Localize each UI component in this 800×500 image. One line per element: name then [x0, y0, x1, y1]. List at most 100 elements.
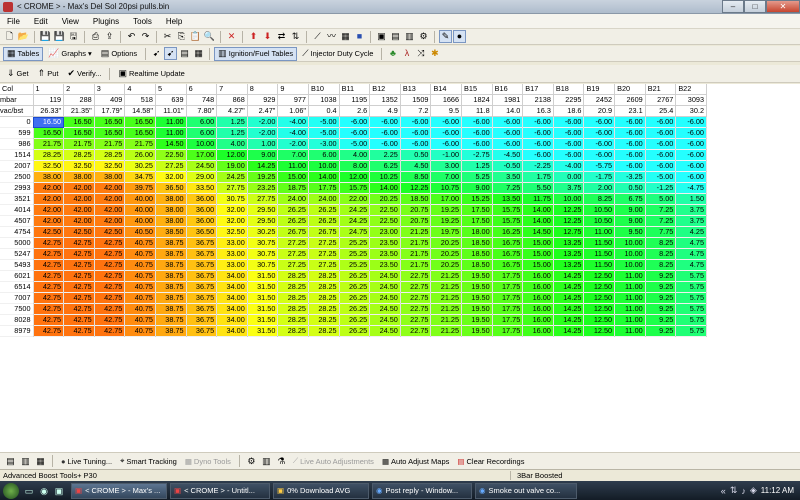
table-cell[interactable]: 40.00: [124, 215, 156, 227]
table-cell[interactable]: 9.25: [645, 325, 677, 337]
table-cell[interactable]: -6.00: [645, 160, 677, 172]
table-cell[interactable]: -6.00: [522, 138, 554, 150]
table-cell[interactable]: 18.50: [461, 237, 493, 249]
table-cell[interactable]: 42.00: [94, 215, 126, 227]
table-cell[interactable]: 42.75: [63, 281, 95, 293]
table-cell[interactable]: 27.25: [308, 259, 340, 271]
table-cell[interactable]: 21.25: [430, 325, 463, 337]
table-cell[interactable]: 42.75: [33, 237, 65, 249]
table-cell[interactable]: 28.25: [308, 325, 340, 337]
table-cell[interactable]: 14.50: [155, 138, 187, 150]
table-cell[interactable]: 31.50: [247, 303, 279, 315]
table-cell[interactable]: -1.00: [430, 149, 463, 161]
browser-icon[interactable]: ◉: [38, 485, 50, 497]
table-cell[interactable]: 15.00: [277, 171, 309, 183]
smart-tracking-button[interactable]: ⌖ Smart Tracking: [117, 454, 180, 468]
table-cell[interactable]: -6.00: [339, 116, 371, 128]
table-cell[interactable]: 22.50: [369, 215, 401, 227]
table-cell[interactable]: 13.25: [553, 237, 585, 249]
live-auto-adjustments-button[interactable]: ⟋ Live Auto Adjustments: [290, 454, 377, 468]
table-cell[interactable]: 4.75: [675, 259, 707, 271]
table-cell[interactable]: 38.75: [155, 314, 187, 326]
table-cell[interactable]: 22.75: [400, 281, 432, 293]
table-cell[interactable]: 36.75: [186, 292, 218, 304]
table-cell[interactable]: 36.75: [186, 248, 218, 260]
table-cell[interactable]: 15.00: [522, 259, 554, 271]
settings-icon[interactable]: ⚙: [417, 30, 430, 43]
table-cell[interactable]: 13.25: [553, 248, 585, 260]
table-cell[interactable]: -6.00: [430, 116, 463, 128]
table-cell[interactable]: 38.75: [155, 259, 187, 271]
table-cell[interactable]: 19.75: [430, 226, 463, 238]
table-cell[interactable]: -6.00: [675, 116, 707, 128]
table-cell[interactable]: 42.75: [63, 237, 95, 249]
table-cell[interactable]: 14.50: [522, 226, 554, 238]
table-cell[interactable]: 15.75: [492, 215, 524, 227]
table-cell[interactable]: 9.25: [645, 292, 677, 304]
table-cell[interactable]: 28.25: [308, 270, 340, 282]
table-cell[interactable]: 27.75: [216, 182, 248, 194]
multi-select-icon[interactable]: ▤: [178, 47, 191, 60]
menu-help[interactable]: Help: [159, 17, 189, 26]
table-cell[interactable]: 19.25: [430, 215, 463, 227]
table-cell[interactable]: 42.50: [94, 226, 126, 238]
table-cell[interactable]: 42.50: [63, 226, 95, 238]
table-cell[interactable]: 18.50: [400, 193, 432, 205]
table-cell[interactable]: 11.50: [583, 248, 616, 260]
table-cell[interactable]: 11.00: [155, 116, 187, 128]
table-cell[interactable]: 17.50: [461, 215, 493, 227]
table-cell[interactable]: 19.50: [461, 281, 493, 293]
table-cell[interactable]: 5.75: [675, 303, 707, 315]
table-cell[interactable]: 17.00: [430, 193, 463, 205]
table-cell[interactable]: 32.50: [94, 160, 126, 172]
table-cell[interactable]: 11.50: [583, 237, 616, 249]
table-cell[interactable]: 33.00: [216, 259, 248, 271]
table-cell[interactable]: 4.00: [339, 149, 371, 161]
table-cell[interactable]: 40.00: [124, 204, 156, 216]
table-cell[interactable]: 16.50: [94, 127, 126, 139]
table-cell[interactable]: -6.00: [614, 127, 646, 139]
table-cell[interactable]: -6.00: [614, 149, 646, 161]
table-cell[interactable]: 42.00: [94, 204, 126, 216]
table-cell[interactable]: 25.25: [339, 259, 371, 271]
smooth-icon[interactable]: 〰: [325, 30, 338, 43]
table-cell[interactable]: 16.00: [522, 270, 554, 282]
table-cell[interactable]: 16.00: [522, 281, 554, 293]
undo-icon[interactable]: ↶: [125, 30, 138, 43]
clear-recordings-button[interactable]: ▤ Clear Recordings: [454, 454, 527, 468]
table-cell[interactable]: 21.75: [33, 138, 65, 150]
table-cell[interactable]: 6.00: [186, 116, 218, 128]
graphs-button[interactable]: 📈 Graphs ▾: [44, 47, 96, 61]
table-cell[interactable]: 26.25: [339, 325, 371, 337]
menu-edit[interactable]: Edit: [27, 17, 55, 26]
gear-icon[interactable]: ⚙: [245, 455, 258, 468]
table-cell[interactable]: 30.25: [124, 160, 156, 172]
table-cell[interactable]: -6.00: [522, 149, 554, 161]
table-cell[interactable]: 5.75: [675, 292, 707, 304]
table-cell[interactable]: 21.25: [400, 226, 432, 238]
table-cell[interactable]: -3.00: [308, 138, 340, 150]
table-cell[interactable]: 22.50: [369, 204, 401, 216]
start-button[interactable]: [3, 482, 19, 499]
table-cell[interactable]: 24.00: [308, 193, 340, 205]
table-cell[interactable]: 8.50: [400, 171, 432, 183]
table-cell[interactable]: 7.00: [277, 149, 309, 161]
table-cell[interactable]: 11.00: [614, 270, 646, 282]
table-cell[interactable]: 8.25: [645, 248, 677, 260]
table-cell[interactable]: 38.00: [33, 171, 65, 183]
table-cell[interactable]: 22.75: [400, 303, 432, 315]
table-cell[interactable]: 31.50: [247, 292, 279, 304]
table-cell[interactable]: 42.75: [33, 281, 65, 293]
table-cell[interactable]: 42.00: [33, 204, 65, 216]
table-cell[interactable]: 23.50: [369, 237, 401, 249]
table-cell[interactable]: -6.00: [339, 127, 371, 139]
grid-view-icon[interactable]: ▦: [192, 47, 205, 60]
table-cell[interactable]: 42.75: [33, 259, 65, 271]
table-cell[interactable]: 24.25: [216, 171, 248, 183]
table-cell[interactable]: 24.50: [369, 303, 401, 315]
calculator-icon[interactable]: ▥: [403, 30, 416, 43]
table-cell[interactable]: -5.00: [308, 116, 340, 128]
table-cell[interactable]: 20.25: [369, 193, 401, 205]
table-cell[interactable]: 18.75: [277, 182, 309, 194]
copy-icon[interactable]: ⎘: [175, 30, 188, 43]
